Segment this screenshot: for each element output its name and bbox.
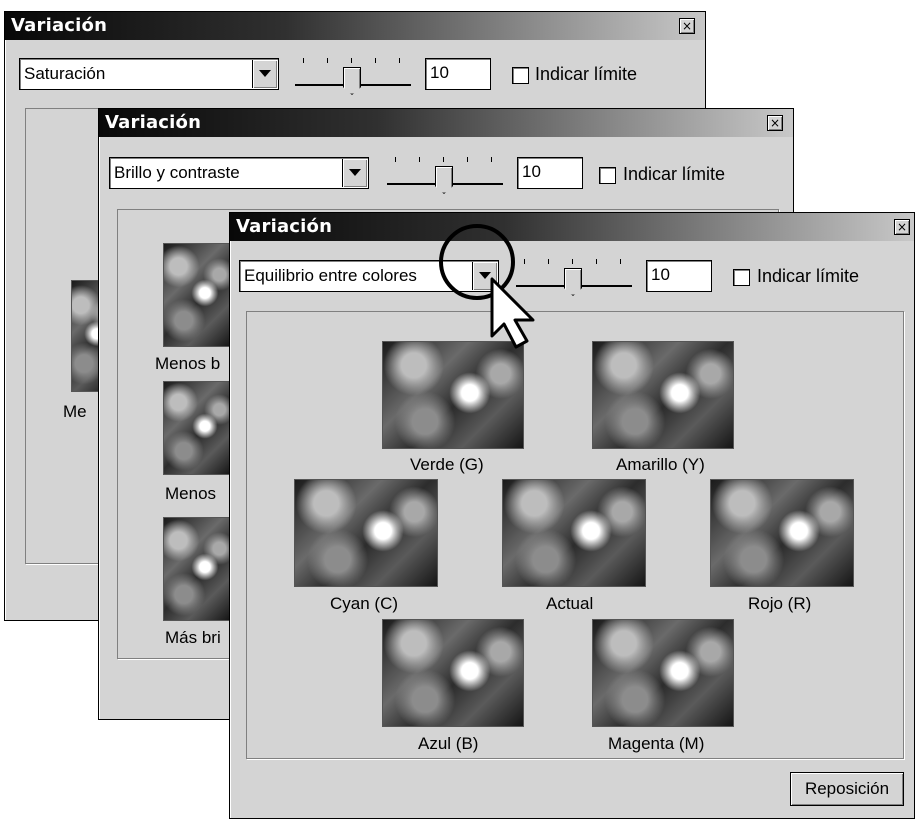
variation-caption-cyan: Cyan (C) bbox=[330, 594, 399, 613]
title-bar[interactable]: Variación × bbox=[230, 213, 914, 241]
variation-thumbnail-blue[interactable] bbox=[382, 619, 524, 727]
indicate-limit-checkbox[interactable] bbox=[733, 269, 750, 286]
selected-mode: Brillo y contraste bbox=[114, 163, 240, 182]
variation-mode-select[interactable]: Saturación bbox=[19, 58, 279, 90]
selected-mode: Saturación bbox=[24, 64, 106, 83]
chevron-down-icon[interactable] bbox=[252, 60, 277, 88]
window-title: Variación bbox=[105, 112, 202, 133]
close-icon[interactable]: × bbox=[894, 219, 910, 235]
slider-thumb[interactable] bbox=[435, 166, 453, 194]
variation-caption: Menos bbox=[165, 484, 217, 503]
close-icon[interactable]: × bbox=[767, 115, 783, 131]
reset-button[interactable]: Reposición bbox=[790, 772, 904, 806]
variation-caption-green: Verde (G) bbox=[410, 455, 484, 474]
variation-caption: Más bri bbox=[165, 628, 221, 647]
slider-thumb[interactable] bbox=[343, 67, 361, 95]
indicate-limit-checkbox[interactable] bbox=[599, 167, 616, 184]
variation-caption-current: Actual bbox=[546, 594, 594, 613]
variation-amount-slider[interactable] bbox=[383, 149, 507, 195]
title-bar[interactable]: Variación × bbox=[5, 12, 705, 40]
variation-thumbnail[interactable] bbox=[163, 517, 231, 621]
amount-field[interactable]: 10 bbox=[425, 58, 491, 90]
window-title: Variación bbox=[11, 15, 108, 36]
slider-thumb[interactable] bbox=[564, 268, 582, 296]
variation-caption: Me bbox=[63, 402, 87, 421]
variation-caption-blue: Azul (B) bbox=[418, 734, 479, 753]
variation-thumbnail-current[interactable] bbox=[502, 479, 646, 587]
variation-thumbnail-cyan[interactable] bbox=[294, 479, 438, 587]
variation-caption-magenta: Magenta (M) bbox=[608, 734, 705, 753]
selected-mode: Equilibrio entre colores bbox=[244, 266, 417, 285]
variation-amount-slider[interactable] bbox=[512, 251, 636, 297]
indicate-limit-checkbox[interactable] bbox=[512, 67, 529, 84]
variation-mode-select[interactable]: Brillo y contraste bbox=[109, 157, 369, 189]
variation-thumbnail-green[interactable] bbox=[382, 341, 524, 449]
variation-mode-select[interactable]: Equilibrio entre colores bbox=[239, 260, 499, 292]
variation-window-color-balance: Variación × Equilibrio entre colores 10 … bbox=[229, 212, 915, 819]
variation-caption-yellow: Amarillo (Y) bbox=[616, 455, 705, 474]
variation-thumbnail[interactable] bbox=[163, 381, 231, 475]
close-icon[interactable]: × bbox=[679, 18, 695, 34]
window-title: Variación bbox=[236, 216, 333, 237]
variation-caption-red: Rojo (R) bbox=[748, 594, 812, 613]
variation-thumbnail-magenta[interactable] bbox=[592, 619, 734, 727]
chevron-down-icon[interactable] bbox=[342, 159, 367, 187]
variation-amount-slider[interactable] bbox=[291, 50, 415, 96]
amount-field[interactable]: 10 bbox=[646, 260, 712, 292]
amount-field[interactable]: 10 bbox=[517, 157, 583, 189]
variation-thumbnail[interactable] bbox=[163, 243, 231, 347]
variation-caption: Menos b bbox=[155, 354, 221, 373]
variation-thumbnail-red[interactable] bbox=[710, 479, 854, 587]
chevron-down-icon[interactable] bbox=[472, 262, 497, 290]
variation-thumbnail-yellow[interactable] bbox=[592, 341, 734, 449]
indicate-limit-label: Indicar límite bbox=[535, 64, 638, 84]
indicate-limit-label: Indicar límite bbox=[757, 266, 860, 286]
title-bar[interactable]: Variación × bbox=[99, 109, 793, 137]
indicate-limit-label: Indicar límite bbox=[623, 164, 726, 184]
